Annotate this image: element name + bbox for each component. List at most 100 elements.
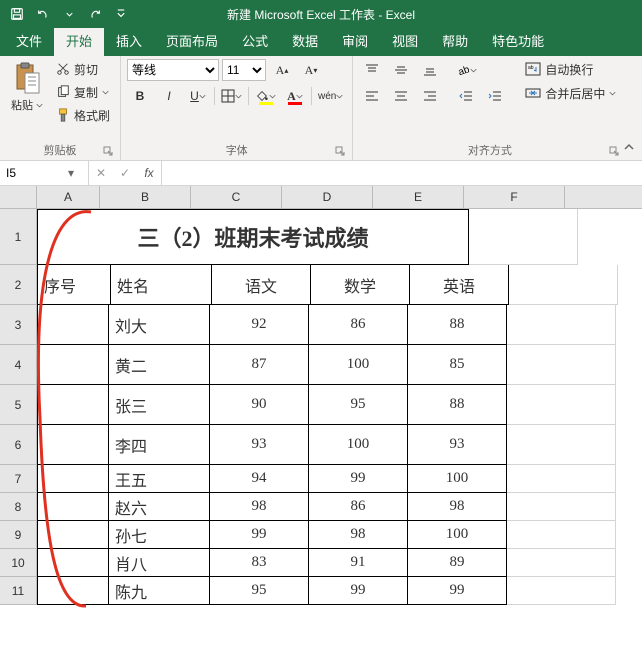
- align-right-button[interactable]: [417, 85, 443, 107]
- row-header[interactable]: 8: [0, 493, 37, 521]
- align-top-button[interactable]: [359, 59, 385, 81]
- tab-view[interactable]: 视图: [380, 25, 430, 56]
- name-box-input[interactable]: [4, 165, 64, 181]
- align-middle-button[interactable]: [388, 59, 414, 81]
- cell[interactable]: 序号: [37, 265, 111, 305]
- enter-formula-button[interactable]: ✓: [113, 161, 137, 185]
- row-header[interactable]: 9: [0, 521, 37, 549]
- cell[interactable]: [37, 577, 109, 605]
- decrease-font-button[interactable]: A▾: [298, 59, 324, 81]
- cell[interactable]: 黄二: [109, 345, 210, 385]
- cell[interactable]: 98: [309, 521, 408, 549]
- col-header-F[interactable]: F: [464, 186, 565, 208]
- tab-formulas[interactable]: 公式: [230, 25, 280, 56]
- bold-button[interactable]: B: [127, 85, 153, 107]
- name-box[interactable]: ▾: [0, 161, 89, 185]
- save-button[interactable]: [6, 3, 28, 25]
- row-header[interactable]: 5: [0, 385, 37, 425]
- clipboard-launcher-icon[interactable]: [102, 146, 114, 158]
- cell[interactable]: 99: [210, 521, 309, 549]
- format-painter-button[interactable]: 格式刷: [52, 105, 114, 125]
- alignment-launcher-icon[interactable]: [608, 146, 620, 158]
- cell[interactable]: 94: [210, 465, 309, 493]
- cell[interactable]: [37, 425, 109, 465]
- cell[interactable]: 陈九: [109, 577, 210, 605]
- row-header[interactable]: 4: [0, 345, 37, 385]
- cell[interactable]: 李四: [109, 425, 210, 465]
- cell[interactable]: 姓名: [111, 265, 212, 305]
- cell[interactable]: 98: [210, 493, 309, 521]
- cell[interactable]: [507, 465, 616, 493]
- cell[interactable]: 语文: [212, 265, 311, 305]
- cell[interactable]: 90: [210, 385, 309, 425]
- undo-button[interactable]: [32, 3, 54, 25]
- cell[interactable]: 98: [408, 493, 507, 521]
- tab-insert[interactable]: 插入: [104, 25, 154, 56]
- cell[interactable]: [37, 493, 109, 521]
- cell[interactable]: [37, 385, 109, 425]
- tab-review[interactable]: 审阅: [330, 25, 380, 56]
- cell[interactable]: [469, 209, 578, 265]
- cut-button[interactable]: 剪切: [52, 59, 114, 79]
- cell[interactable]: 王五: [109, 465, 210, 493]
- decrease-indent-button[interactable]: [453, 85, 479, 107]
- name-box-dropdown-icon[interactable]: ▾: [64, 166, 78, 180]
- tab-file[interactable]: 文件: [4, 25, 54, 56]
- cell[interactable]: 99: [309, 577, 408, 605]
- cell[interactable]: 张三: [109, 385, 210, 425]
- tab-data[interactable]: 数据: [280, 25, 330, 56]
- font-launcher-icon[interactable]: [334, 146, 346, 158]
- cell[interactable]: 93: [210, 425, 309, 465]
- phonetic-button[interactable]: wén: [315, 85, 346, 107]
- cell[interactable]: 100: [309, 425, 408, 465]
- cell[interactable]: 赵六: [109, 493, 210, 521]
- col-header-B[interactable]: B: [100, 186, 191, 208]
- copy-button[interactable]: 复制: [52, 82, 114, 102]
- cell[interactable]: 88: [408, 305, 507, 345]
- increase-font-button[interactable]: A▴: [269, 59, 295, 81]
- cell[interactable]: [507, 493, 616, 521]
- col-header-E[interactable]: E: [373, 186, 464, 208]
- col-header-C[interactable]: C: [191, 186, 282, 208]
- fx-button[interactable]: fx: [137, 161, 161, 185]
- align-left-button[interactable]: [359, 85, 385, 107]
- cell[interactable]: [507, 385, 616, 425]
- borders-button[interactable]: [218, 85, 245, 107]
- cell[interactable]: [507, 549, 616, 577]
- cell[interactable]: [37, 521, 109, 549]
- cell[interactable]: 89: [408, 549, 507, 577]
- cell[interactable]: [37, 305, 109, 345]
- undo-dropdown-icon[interactable]: [58, 3, 80, 25]
- font-color-button[interactable]: A: [282, 85, 308, 107]
- italic-button[interactable]: I: [156, 85, 182, 107]
- col-header-A[interactable]: A: [37, 186, 100, 208]
- col-header-D[interactable]: D: [282, 186, 373, 208]
- cell[interactable]: 91: [309, 549, 408, 577]
- worksheet[interactable]: A B C D E F 1三（2）班期末考试成绩2序号姓名语文数学英语3刘大92…: [0, 186, 642, 646]
- cell[interactable]: [507, 521, 616, 549]
- fill-color-button[interactable]: [252, 85, 279, 107]
- cell[interactable]: 93: [408, 425, 507, 465]
- cell[interactable]: 88: [408, 385, 507, 425]
- increase-indent-button[interactable]: [482, 85, 508, 107]
- cell[interactable]: 100: [408, 465, 507, 493]
- paste-button[interactable]: 粘贴: [6, 59, 48, 113]
- font-size-select[interactable]: 11: [222, 59, 266, 81]
- cell[interactable]: 肖八: [109, 549, 210, 577]
- cell[interactable]: 99: [309, 465, 408, 493]
- cell[interactable]: [507, 577, 616, 605]
- tab-special[interactable]: 特色功能: [480, 25, 556, 56]
- cell[interactable]: 数学: [311, 265, 410, 305]
- row-header[interactable]: 3: [0, 305, 37, 345]
- row-header[interactable]: 7: [0, 465, 37, 493]
- cell[interactable]: 83: [210, 549, 309, 577]
- cell[interactable]: 87: [210, 345, 309, 385]
- table-title-cell[interactable]: 三（2）班期末考试成绩: [37, 209, 469, 265]
- align-bottom-button[interactable]: [417, 59, 443, 81]
- cell[interactable]: 100: [408, 521, 507, 549]
- orientation-button[interactable]: ab: [453, 59, 480, 81]
- cell[interactable]: [509, 265, 618, 305]
- redo-button[interactable]: [84, 3, 106, 25]
- cell[interactable]: 95: [309, 385, 408, 425]
- font-name-select[interactable]: 等线: [127, 59, 219, 81]
